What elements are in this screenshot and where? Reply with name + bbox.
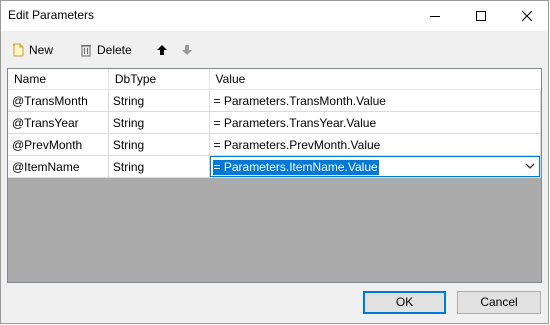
value-combobox[interactable]: = Parameters.ItemName.Value [209, 156, 540, 177]
move-up-button[interactable] [156, 41, 168, 59]
cell-value[interactable]: = Parameters.TransYear.Value [209, 111, 541, 134]
column-header-dbtype[interactable]: DbType [108, 69, 210, 90]
table-row[interactable]: @TransMonth String = Parameters.TransMon… [8, 89, 541, 112]
chevron-down-icon[interactable] [525, 163, 535, 170]
parameters-grid[interactable]: Name DbType Value @TransMonth String = P… [7, 68, 542, 283]
table-row[interactable]: @TransYear String = Parameters.TransYear… [8, 111, 541, 134]
cell-name[interactable]: @PrevMonth [8, 133, 109, 156]
table-row[interactable]: @PrevMonth String = Parameters.PrevMonth… [8, 133, 541, 156]
new-button-label: New [29, 43, 54, 57]
edit-parameters-dialog: Edit Parameters New Delete Name DbType V… [0, 0, 549, 324]
cell-name[interactable]: @ItemName [8, 155, 109, 178]
table-header-row: Name DbType Value [8, 69, 541, 90]
cancel-button[interactable]: Cancel [457, 291, 541, 314]
minimize-icon [430, 16, 440, 17]
cell-value[interactable]: = Parameters.TransMonth.Value [209, 89, 541, 112]
cell-name[interactable]: @TransYear [8, 111, 109, 134]
column-header-name[interactable]: Name [8, 69, 109, 90]
move-down-button[interactable] [181, 41, 193, 59]
cell-dbtype[interactable]: String [108, 111, 210, 134]
parameters-table: Name DbType Value @TransMonth String = P… [8, 69, 541, 178]
new-button[interactable]: New [11, 41, 53, 59]
cell-dbtype[interactable]: String [108, 89, 210, 112]
close-icon [522, 11, 532, 21]
trash-icon [81, 45, 91, 57]
column-header-value[interactable]: Value [209, 69, 541, 90]
cell-name[interactable]: @TransMonth [8, 89, 109, 112]
title-bar[interactable]: Edit Parameters [1, 1, 548, 31]
cell-value-editor[interactable]: = Parameters.ItemName.Value [209, 155, 541, 178]
delete-button[interactable]: Delete [79, 41, 132, 59]
maximize-icon [476, 11, 486, 21]
ok-button[interactable]: OK [363, 291, 446, 314]
cell-value[interactable]: = Parameters.PrevMonth.Value [209, 133, 541, 156]
cell-dbtype[interactable]: String [108, 133, 210, 156]
close-button[interactable] [504, 1, 550, 31]
cell-dbtype[interactable]: String [108, 155, 210, 178]
delete-button-label: Delete [97, 43, 132, 57]
arrow-down-icon [182, 45, 192, 55]
minimize-button[interactable] [412, 1, 458, 31]
value-combobox-text[interactable]: = Parameters.ItemName.Value [212, 160, 379, 175]
arrow-up-icon [157, 45, 167, 55]
table-row-selected[interactable]: @ItemName String = Parameters.ItemName.V… [8, 155, 541, 178]
maximize-button[interactable] [458, 1, 504, 31]
toolbar: New Delete [1, 33, 548, 65]
window-title: Edit Parameters [8, 8, 95, 22]
new-document-icon [13, 43, 24, 57]
